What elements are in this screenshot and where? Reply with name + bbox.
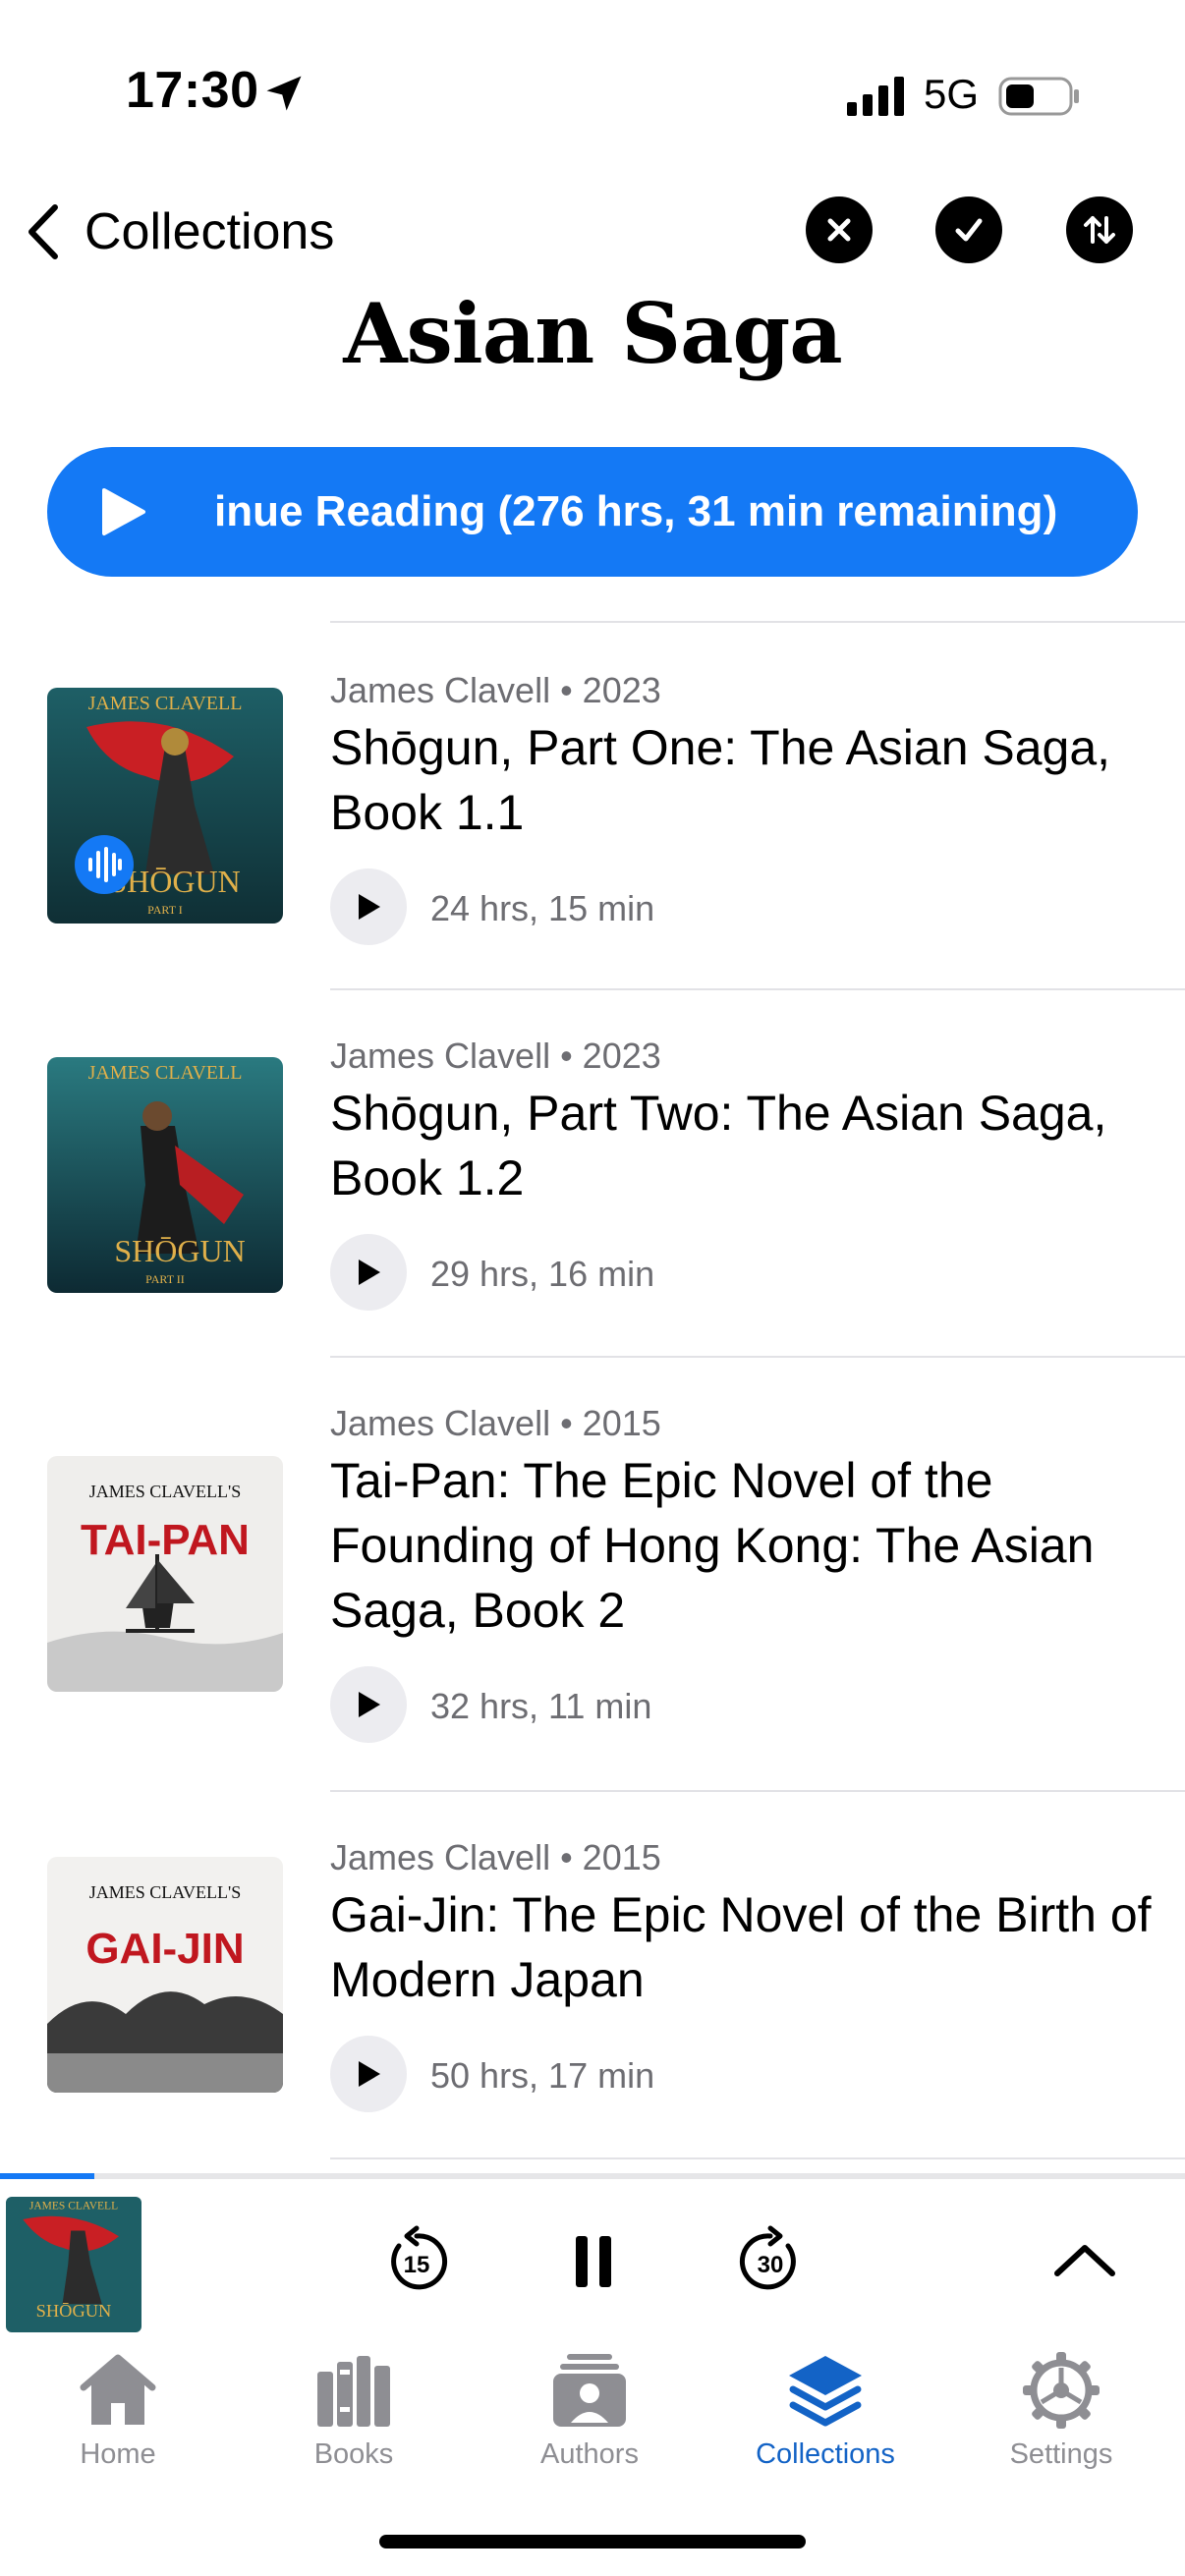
mini-player[interactable]: JAMES CLAVELL SHŌGUN 15 30 — [0, 2173, 1185, 2340]
list-item[interactable]: JAMES CLAVELL'S GAI-JIN James Clavell • … — [0, 1792, 1185, 2157]
tab-settings[interactable]: Settings — [943, 2340, 1179, 2478]
svg-text:SHŌGUN: SHŌGUN — [114, 1233, 245, 1268]
list-item[interactable]: JAMES CLAVELL SHŌGUN PART I James Clavel… — [0, 623, 1185, 988]
network-type: 5G — [924, 71, 980, 117]
svg-text:TAI-PAN: TAI-PAN — [81, 1516, 250, 1564]
continue-reading-button[interactable]: inue Reading (276 hrs, 31 min remaining) — [47, 447, 1138, 577]
close-button[interactable] — [806, 196, 873, 263]
tab-home-label: Home — [80, 2438, 156, 2470]
tab-authors-label: Authors — [540, 2438, 639, 2470]
status-time: 17:30 — [126, 62, 259, 119]
book-play-button[interactable] — [330, 1666, 407, 1743]
book-title: Shōgun, Part One: The Asian Saga, Book 1… — [330, 720, 1111, 840]
list-item[interactable]: JAMES CLAVELL'S TAI-PAN James Clavell • … — [0, 1358, 1185, 1790]
sort-button[interactable] — [1066, 196, 1133, 263]
book-cover: JAMES CLAVELL SHŌGUN PART II — [47, 1057, 283, 1293]
play-icon — [359, 2061, 380, 2087]
tab-books-label: Books — [313, 2438, 394, 2470]
book-title: Gai-Jin: The Epic Novel of the Birth of … — [330, 1887, 1152, 2007]
books-icon — [317, 2356, 390, 2427]
svg-text:PART I: PART I — [147, 903, 183, 917]
page-title: Asian Saga — [343, 285, 842, 382]
chevron-up-icon — [1054, 2245, 1115, 2276]
svg-text:JAMES CLAVELL: JAMES CLAVELL — [29, 2201, 118, 2212]
book-author-year: James Clavell • 2015 — [330, 1403, 661, 1443]
gear-icon — [1023, 2352, 1100, 2429]
book-play-button[interactable] — [330, 1234, 407, 1311]
house-icon — [80, 2354, 156, 2425]
svg-text:30: 30 — [758, 2252, 784, 2278]
back-button-label: Collections — [85, 203, 335, 260]
select-button[interactable] — [935, 196, 1002, 263]
book-author-year: James Clavell • 2023 — [330, 670, 661, 710]
divider — [330, 2157, 1185, 2159]
sort-arrows-icon — [1084, 216, 1115, 244]
tab-books[interactable]: Books — [236, 2340, 472, 2478]
playback-progress-bar[interactable] — [0, 2173, 95, 2179]
continue-reading-label: inue Reading (276 hrs, 31 min remaining) — [214, 487, 1058, 535]
status-bar: 17:30 5G — [0, 0, 1185, 147]
skip-back-15-icon: 15 — [391, 2225, 448, 2290]
book-cover: JAMES CLAVELL SHŌGUN PART I — [47, 688, 283, 924]
book-author-year: James Clavell • 2023 — [330, 1036, 661, 1076]
book-duration: 29 hrs, 16 min — [430, 1254, 655, 1294]
book-duration: 32 hrs, 11 min — [430, 1686, 652, 1726]
book-cover: JAMES CLAVELL'S GAI-JIN — [47, 1857, 283, 2093]
location-arrow-icon — [266, 76, 302, 111]
book-play-button[interactable] — [330, 2036, 407, 2112]
book-author-year: James Clavell • 2015 — [330, 1837, 661, 1877]
book-duration: 50 hrs, 17 min — [430, 2055, 655, 2096]
pause-icon — [576, 2236, 611, 2287]
tab-collections-label: Collections — [756, 2438, 895, 2470]
book-play-button[interactable] — [330, 868, 407, 945]
close-icon — [827, 218, 851, 242]
svg-text:15: 15 — [404, 2252, 430, 2278]
svg-text:PART II: PART II — [145, 1272, 185, 1286]
svg-text:JAMES CLAVELL'S: JAMES CLAVELL'S — [89, 1882, 241, 1902]
cellular-signal-icon — [847, 77, 904, 116]
stack-icon — [789, 2356, 862, 2427]
tab-settings-label: Settings — [1009, 2438, 1113, 2470]
svg-text:JAMES CLAVELL: JAMES CLAVELL — [88, 693, 243, 714]
svg-text:JAMES CLAVELL'S: JAMES CLAVELL'S — [89, 1482, 241, 1501]
play-icon — [359, 1692, 380, 1717]
svg-text:SHŌGUN: SHŌGUN — [36, 2301, 112, 2321]
play-icon — [102, 488, 145, 535]
play-icon — [359, 1260, 380, 1285]
book-duration: 24 hrs, 15 min — [430, 888, 655, 928]
pause-button[interactable] — [554, 2222, 633, 2301]
book-title: Tai-Pan: The Epic Novel of the Founding … — [330, 1453, 1095, 1638]
checkmark-icon — [955, 218, 983, 242]
battery-icon — [998, 77, 1079, 116]
back-button[interactable]: Collections — [22, 193, 334, 271]
tab-home[interactable]: Home — [0, 2340, 236, 2478]
skip-forward-30-icon: 30 — [739, 2225, 796, 2290]
expand-player-button[interactable] — [1045, 2222, 1124, 2301]
list-item[interactable]: JAMES CLAVELL SHŌGUN PART II James Clave… — [0, 990, 1185, 1356]
book-cover: JAMES CLAVELL'S TAI-PAN — [47, 1456, 283, 1692]
home-indicator[interactable] — [379, 2535, 806, 2548]
skip-back-button[interactable]: 15 — [377, 2222, 456, 2301]
svg-text:JAMES CLAVELL: JAMES CLAVELL — [88, 1062, 243, 1084]
chevron-left-icon — [28, 204, 58, 259]
skip-forward-button[interactable]: 30 — [731, 2222, 810, 2301]
now-playing-cover[interactable]: JAMES CLAVELL SHŌGUN — [6, 2197, 141, 2332]
svg-text:GAI-JIN: GAI-JIN — [85, 1925, 244, 1973]
tab-collections[interactable]: Collections — [707, 2340, 943, 2478]
tab-authors[interactable]: Authors — [472, 2340, 707, 2478]
book-title: Shōgun, Part Two: The Asian Saga, Book 1… — [330, 1086, 1107, 1205]
person-card-icon — [553, 2354, 626, 2427]
play-icon — [359, 894, 380, 920]
